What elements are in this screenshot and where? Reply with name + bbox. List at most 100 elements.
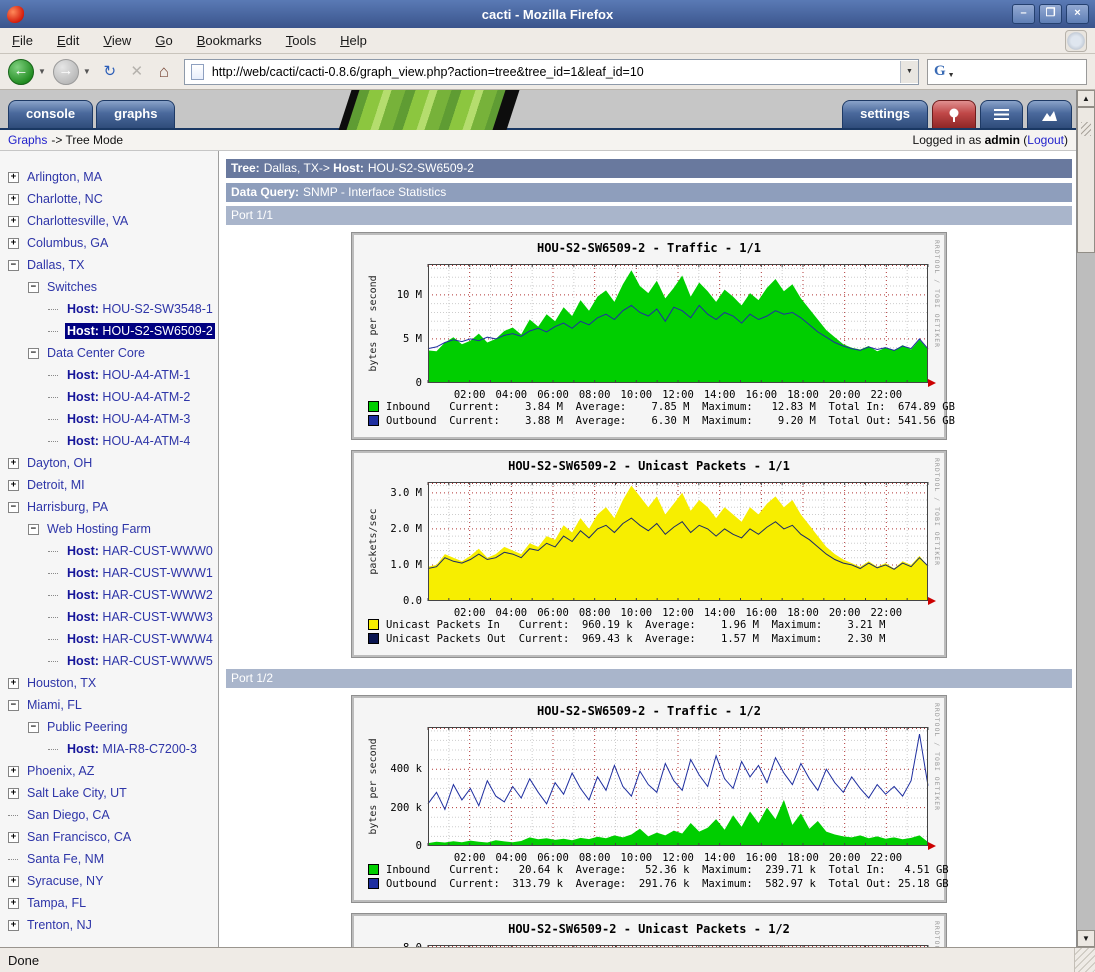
traffic-graph-port-1-1[interactable]: HOU-S2-SW6509-2 - Traffic - 1/1bytes per…: [352, 233, 946, 439]
tree-item[interactable]: Host: HAR-CUST-WWW0: [0, 540, 218, 562]
tree-item[interactable]: + Trenton, NJ: [0, 914, 218, 936]
minus-expander-icon[interactable]: −: [28, 524, 39, 535]
plus-expander-icon[interactable]: +: [8, 876, 19, 887]
tree-item[interactable]: Host: HOU-A4-ATM-4: [0, 430, 218, 452]
url-dropdown-button[interactable]: ▼: [900, 61, 918, 83]
maximize-button[interactable]: ❐: [1039, 4, 1062, 24]
tree-item-label[interactable]: Tampa, FL: [25, 895, 88, 911]
search-engine-dropdown-icon[interactable]: ▼: [948, 72, 955, 79]
tree-item[interactable]: Host: HAR-CUST-WWW4: [0, 628, 218, 650]
breadcrumb-graphs-link[interactable]: Graphs: [8, 133, 47, 147]
tree-item-label[interactable]: Dallas, TX: [25, 257, 86, 273]
tree-item[interactable]: Host: HAR-CUST-WWW5: [0, 650, 218, 672]
forward-button[interactable]: →: [53, 59, 79, 85]
menu-item-tools[interactable]: Tools: [286, 33, 316, 48]
tree-item-label[interactable]: Houston, TX: [25, 675, 98, 691]
tree-item[interactable]: Host: HOU-A4-ATM-1: [0, 364, 218, 386]
tree-item[interactable]: Host: HAR-CUST-WWW3: [0, 606, 218, 628]
tree-item-label[interactable]: Charlottesville, VA: [25, 213, 130, 229]
home-button[interactable]: ⌂: [152, 60, 176, 84]
stop-button[interactable]: ✕: [125, 60, 149, 84]
plus-expander-icon[interactable]: +: [8, 480, 19, 491]
tree-item[interactable]: Host: HOU-S2-SW3548-1: [0, 298, 218, 320]
tree-item-label[interactable]: Host: HOU-A4-ATM-1: [65, 367, 192, 383]
tree-item-label[interactable]: Harrisburg, PA: [25, 499, 110, 515]
scroll-up-button[interactable]: ▲: [1077, 90, 1095, 107]
menu-item-bookmarks[interactable]: Bookmarks: [197, 33, 262, 48]
forward-dropdown-icon[interactable]: ▼: [83, 67, 91, 76]
reload-button[interactable]: ↻: [98, 60, 122, 84]
tree-item-label[interactable]: Data Center Core: [45, 345, 147, 361]
plus-expander-icon[interactable]: +: [8, 216, 19, 227]
plus-expander-icon[interactable]: +: [8, 238, 19, 249]
minus-expander-icon[interactable]: −: [28, 282, 39, 293]
tree-item[interactable]: + Houston, TX: [0, 672, 218, 694]
list-view-tab[interactable]: [980, 100, 1023, 128]
tree-item-label[interactable]: Phoenix, AZ: [25, 763, 96, 779]
minus-expander-icon[interactable]: −: [28, 348, 39, 359]
tree-item[interactable]: San Diego, CA: [0, 804, 218, 826]
plus-expander-icon[interactable]: +: [8, 194, 19, 205]
tree-item-label[interactable]: Host: HAR-CUST-WWW5: [65, 653, 215, 669]
tree-item[interactable]: Host: MIA-R8-C7200-3: [0, 738, 218, 760]
search-input[interactable]: [955, 64, 1086, 80]
minus-expander-icon[interactable]: −: [8, 502, 19, 513]
menu-item-help[interactable]: Help: [340, 33, 367, 48]
menu-item-view[interactable]: View: [103, 33, 131, 48]
menu-item-go[interactable]: Go: [155, 33, 172, 48]
plus-expander-icon[interactable]: +: [8, 898, 19, 909]
tree-item-label[interactable]: Web Hosting Farm: [45, 521, 153, 537]
tab-settings[interactable]: settings: [842, 100, 928, 128]
preview-view-tab[interactable]: [1027, 100, 1072, 128]
tree-item[interactable]: Host: HOU-S2-SW6509-2: [0, 320, 218, 342]
tree-item[interactable]: + San Francisco, CA: [0, 826, 218, 848]
tree-item[interactable]: + Tampa, FL: [0, 892, 218, 914]
tree-item[interactable]: + Charlotte, NC: [0, 188, 218, 210]
unicast-graph-port-1-2[interactable]: HOU-S2-SW6509-2 - Unicast Packets - 1/2R…: [352, 914, 946, 947]
minus-expander-icon[interactable]: −: [8, 260, 19, 271]
tree-item-label[interactable]: Trenton, NJ: [25, 917, 94, 933]
tree-item-label[interactable]: Host: HOU-A4-ATM-3: [65, 411, 192, 427]
tree-item[interactable]: −Data Center Core: [0, 342, 218, 364]
url-input[interactable]: [210, 64, 900, 80]
plus-expander-icon[interactable]: +: [8, 832, 19, 843]
tree-item[interactable]: +Salt Lake City, UT: [0, 782, 218, 804]
tree-item-label[interactable]: Charlotte, NC: [25, 191, 105, 207]
tree-item-label[interactable]: Host: HAR-CUST-WWW3: [65, 609, 215, 625]
tree-item-label[interactable]: San Francisco, CA: [25, 829, 133, 845]
plus-expander-icon[interactable]: +: [8, 920, 19, 931]
tree-item-label[interactable]: San Diego, CA: [25, 807, 112, 823]
tree-item[interactable]: + Charlottesville, VA: [0, 210, 218, 232]
tree-item-label[interactable]: Host: HAR-CUST-WWW4: [65, 631, 215, 647]
tree-item-label[interactable]: Detroit, MI: [25, 477, 87, 493]
tree-item[interactable]: −Harrisburg, PA: [0, 496, 218, 518]
tree-item[interactable]: Host: HAR-CUST-WWW2: [0, 584, 218, 606]
tree-view-tab[interactable]: [932, 100, 976, 128]
tree-item-label[interactable]: Host: HAR-CUST-WWW2: [65, 587, 215, 603]
tree-item[interactable]: +Phoenix, AZ: [0, 760, 218, 782]
scrollbar-thumb[interactable]: [1077, 107, 1095, 253]
tree-item-label[interactable]: Host: HOU-A4-ATM-4: [65, 433, 192, 449]
plus-expander-icon[interactable]: +: [8, 172, 19, 183]
tree-item-label[interactable]: Dayton, OH: [25, 455, 94, 471]
resize-grip[interactable]: [1074, 948, 1095, 972]
scroll-down-button[interactable]: ▼: [1077, 930, 1095, 947]
back-dropdown-icon[interactable]: ▼: [38, 67, 46, 76]
tree-item[interactable]: + Syracuse, NY: [0, 870, 218, 892]
menu-item-edit[interactable]: Edit: [57, 33, 79, 48]
vertical-scrollbar[interactable]: ▲ ▼: [1076, 90, 1095, 947]
back-button[interactable]: ←: [8, 59, 34, 85]
tree-item-label[interactable]: Arlington, MA: [25, 169, 104, 185]
minus-expander-icon[interactable]: −: [8, 700, 19, 711]
tree-item-label[interactable]: Syracuse, NY: [25, 873, 105, 889]
tree-item[interactable]: −Public Peering: [0, 716, 218, 738]
tree-item-label[interactable]: Host: HOU-A4-ATM-2: [65, 389, 192, 405]
tree-item-label[interactable]: Miami, FL: [25, 697, 84, 713]
plus-expander-icon[interactable]: +: [8, 678, 19, 689]
tab-graphs[interactable]: graphs: [96, 100, 175, 128]
tree-item[interactable]: −Web Hosting Farm: [0, 518, 218, 540]
tree-item-label[interactable]: Host: HAR-CUST-WWW0: [65, 543, 215, 559]
plus-expander-icon[interactable]: +: [8, 788, 19, 799]
tree-item-label[interactable]: Host: MIA-R8-C7200-3: [65, 741, 199, 757]
tree-item[interactable]: Host: HOU-A4-ATM-3: [0, 408, 218, 430]
